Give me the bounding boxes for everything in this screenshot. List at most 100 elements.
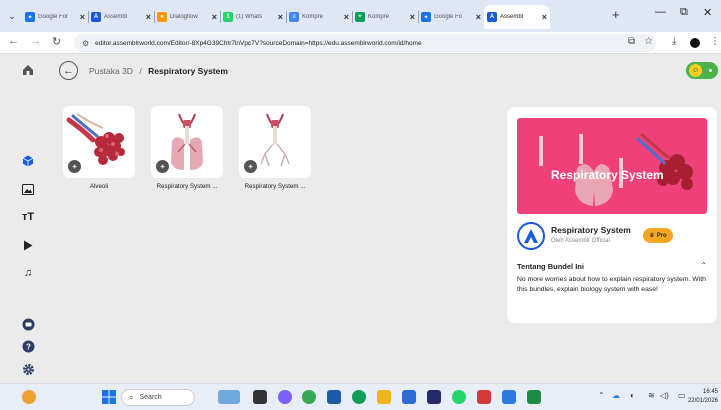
download-icon[interactable]: ⤓ (672, 36, 676, 47)
tab-label: Google Fo (434, 14, 463, 20)
excel-icon[interactable] (527, 390, 541, 404)
item-name: Respiratory System ... (156, 183, 218, 190)
clock-date: 22/01/2026 (687, 398, 718, 404)
store-icon[interactable] (327, 390, 341, 404)
breadcrumb-root[interactable]: Pustaka 3D (89, 66, 133, 76)
tab-close-icon[interactable]: × (146, 12, 151, 22)
home-icon[interactable] (20, 62, 36, 78)
video-play-icon[interactable] (20, 237, 36, 253)
item-card[interactable]: ✦ Respiratory System ... (151, 106, 223, 190)
chrome-icon[interactable] (302, 390, 316, 404)
3d-object-icon[interactable] (20, 153, 36, 169)
animation-badge-icon: ✦ (244, 160, 257, 173)
forward-nav-icon[interactable]: → (30, 35, 41, 47)
address-bar[interactable]: ⚙ editor.assemblrworld.com/Editor/-8Xp4G… (74, 34, 656, 52)
image-icon[interactable] (20, 181, 36, 197)
profile-avatar[interactable] (690, 38, 700, 48)
copilot-icon[interactable] (278, 390, 292, 404)
app-header: ← Pustaka 3D / Respiratory System ☺ (56, 56, 721, 86)
tab-favicon-icon: + (355, 12, 365, 22)
word-icon[interactable] (502, 390, 516, 404)
app-icon[interactable] (402, 390, 416, 404)
tab-close-icon[interactable]: × (344, 12, 349, 22)
restore-icon[interactable]: ⧉ (680, 6, 688, 19)
tab-label: (1) Whats (236, 14, 263, 20)
taskbar-clock[interactable]: 16:45 22/01/2026 (688, 388, 718, 406)
tab-favicon-icon: A (91, 12, 101, 22)
chat-icon[interactable] (20, 316, 36, 332)
item-card[interactable]: ✦ Respiratory System ... (239, 106, 311, 190)
bundle-description: No more worries about how to explain res… (517, 276, 706, 293)
url-text: editor.assemblrworld.com/Editor/-8Xp4G39… (95, 39, 422, 47)
animate-icon[interactable] (427, 390, 441, 404)
browser-tab[interactable]: 1 (1) Whats × (220, 5, 287, 29)
tab-favicon-icon: 1 (223, 12, 233, 22)
respiratory-model-thumbnail: ✦ (151, 106, 223, 178)
reload-icon[interactable]: ↻ (52, 35, 61, 48)
file-explorer-icon[interactable] (377, 390, 391, 404)
weather-widget-icon[interactable] (22, 390, 36, 404)
tab-close-icon[interactable]: × (278, 12, 283, 22)
assemblr-logo-icon (517, 222, 545, 250)
text-icon[interactable]: тT (20, 209, 36, 225)
browser-tab[interactable]: ≡ Kompre × (286, 5, 353, 29)
item-card[interactable]: ✦ Alveoli (63, 106, 135, 190)
tab-favicon-icon: ✦ (421, 12, 431, 22)
new-tab-icon[interactable]: + (612, 7, 620, 22)
taskbar-search[interactable]: ⌕ Search (121, 389, 195, 406)
task-view-icon[interactable] (253, 390, 267, 404)
tray-app-icon[interactable]: ◐ (630, 391, 635, 400)
windows-taskbar: ⌕ Search ⌃ ☁ ◐ ≋ ◁) ▭ 16:45 22/01/2026 (0, 383, 721, 410)
tab-close-icon[interactable]: × (212, 12, 217, 22)
edge-icon[interactable] (352, 390, 366, 404)
tab-label: Kompre (368, 14, 390, 20)
bundle-info-panel: Respiratory System Respiratory System Ol… (507, 107, 717, 323)
tab-search-menu-icon[interactable]: ⌄ (4, 8, 20, 24)
browser-tab-strip: ⌄ ✦ Google For × A Assembl × ● Dialogflow × 1 (1) … (0, 0, 721, 32)
tab-favicon-icon: A (487, 12, 497, 22)
tab-close-icon[interactable]: × (476, 12, 481, 22)
minimize-icon[interactable]: — (655, 6, 666, 18)
battery-icon[interactable]: ▭ (678, 391, 686, 400)
browser-tab[interactable]: ✦ Google Fo × (418, 5, 485, 29)
chevron-up-icon[interactable]: ⌃ (700, 261, 707, 270)
wifi-icon[interactable]: ≋ (648, 391, 655, 400)
search-icon: ⌕ (129, 392, 134, 402)
tab-favicon-icon: ● (157, 12, 167, 22)
back-nav-icon[interactable]: ← (8, 35, 19, 47)
animation-badge-icon: ✦ (156, 160, 169, 173)
help-icon[interactable]: ? (20, 338, 36, 354)
bookmark-star-icon[interactable]: ☆ (644, 36, 653, 47)
search-label: Search (139, 394, 162, 401)
onedrive-icon[interactable]: ☁ (612, 391, 620, 400)
tab-close-icon[interactable]: × (410, 12, 415, 22)
music-note-icon[interactable]: ♫ (20, 265, 36, 281)
tray-overflow-icon[interactable]: ⌃ (598, 391, 605, 400)
animation-badge-icon: ✦ (68, 160, 81, 173)
settings-gear-icon[interactable] (20, 361, 36, 377)
site-info-icon[interactable]: ⚙ (82, 39, 89, 48)
pro-label: Pro (656, 232, 667, 239)
breadcrumb-separator: / (139, 66, 142, 76)
browser-tab[interactable]: ● Dialogflow × (154, 5, 221, 29)
tab-close-icon[interactable]: × (80, 12, 85, 22)
close-window-icon[interactable]: ✕ (703, 6, 712, 19)
tab-label: Dialogflow (170, 14, 198, 20)
breadcrumb-current: Respiratory System (148, 66, 228, 76)
browser-tab[interactable]: + Kompre × (352, 5, 419, 29)
about-heading: Tentang Bundel Ini (517, 262, 584, 271)
cast-icon[interactable]: ⧉ (628, 36, 635, 47)
mode-toggle[interactable]: ☺ (686, 62, 718, 79)
wps-icon[interactable] (477, 390, 491, 404)
browser-tab[interactable]: ✦ Google For × (22, 5, 89, 29)
volume-icon[interactable]: ◁) (660, 391, 669, 400)
smiley-icon: ☺ (689, 64, 702, 77)
back-button[interactable]: ← (59, 61, 78, 80)
browser-tab[interactable]: A Assembl × (484, 5, 550, 29)
whatsapp-icon[interactable] (452, 390, 466, 404)
widgets-icon[interactable] (218, 390, 240, 404)
browser-tab[interactable]: A Assembl × (88, 5, 155, 29)
browser-menu-icon[interactable]: ⋮ (710, 36, 720, 47)
tab-close-icon[interactable]: × (542, 12, 547, 22)
windows-start-icon[interactable] (102, 390, 116, 404)
